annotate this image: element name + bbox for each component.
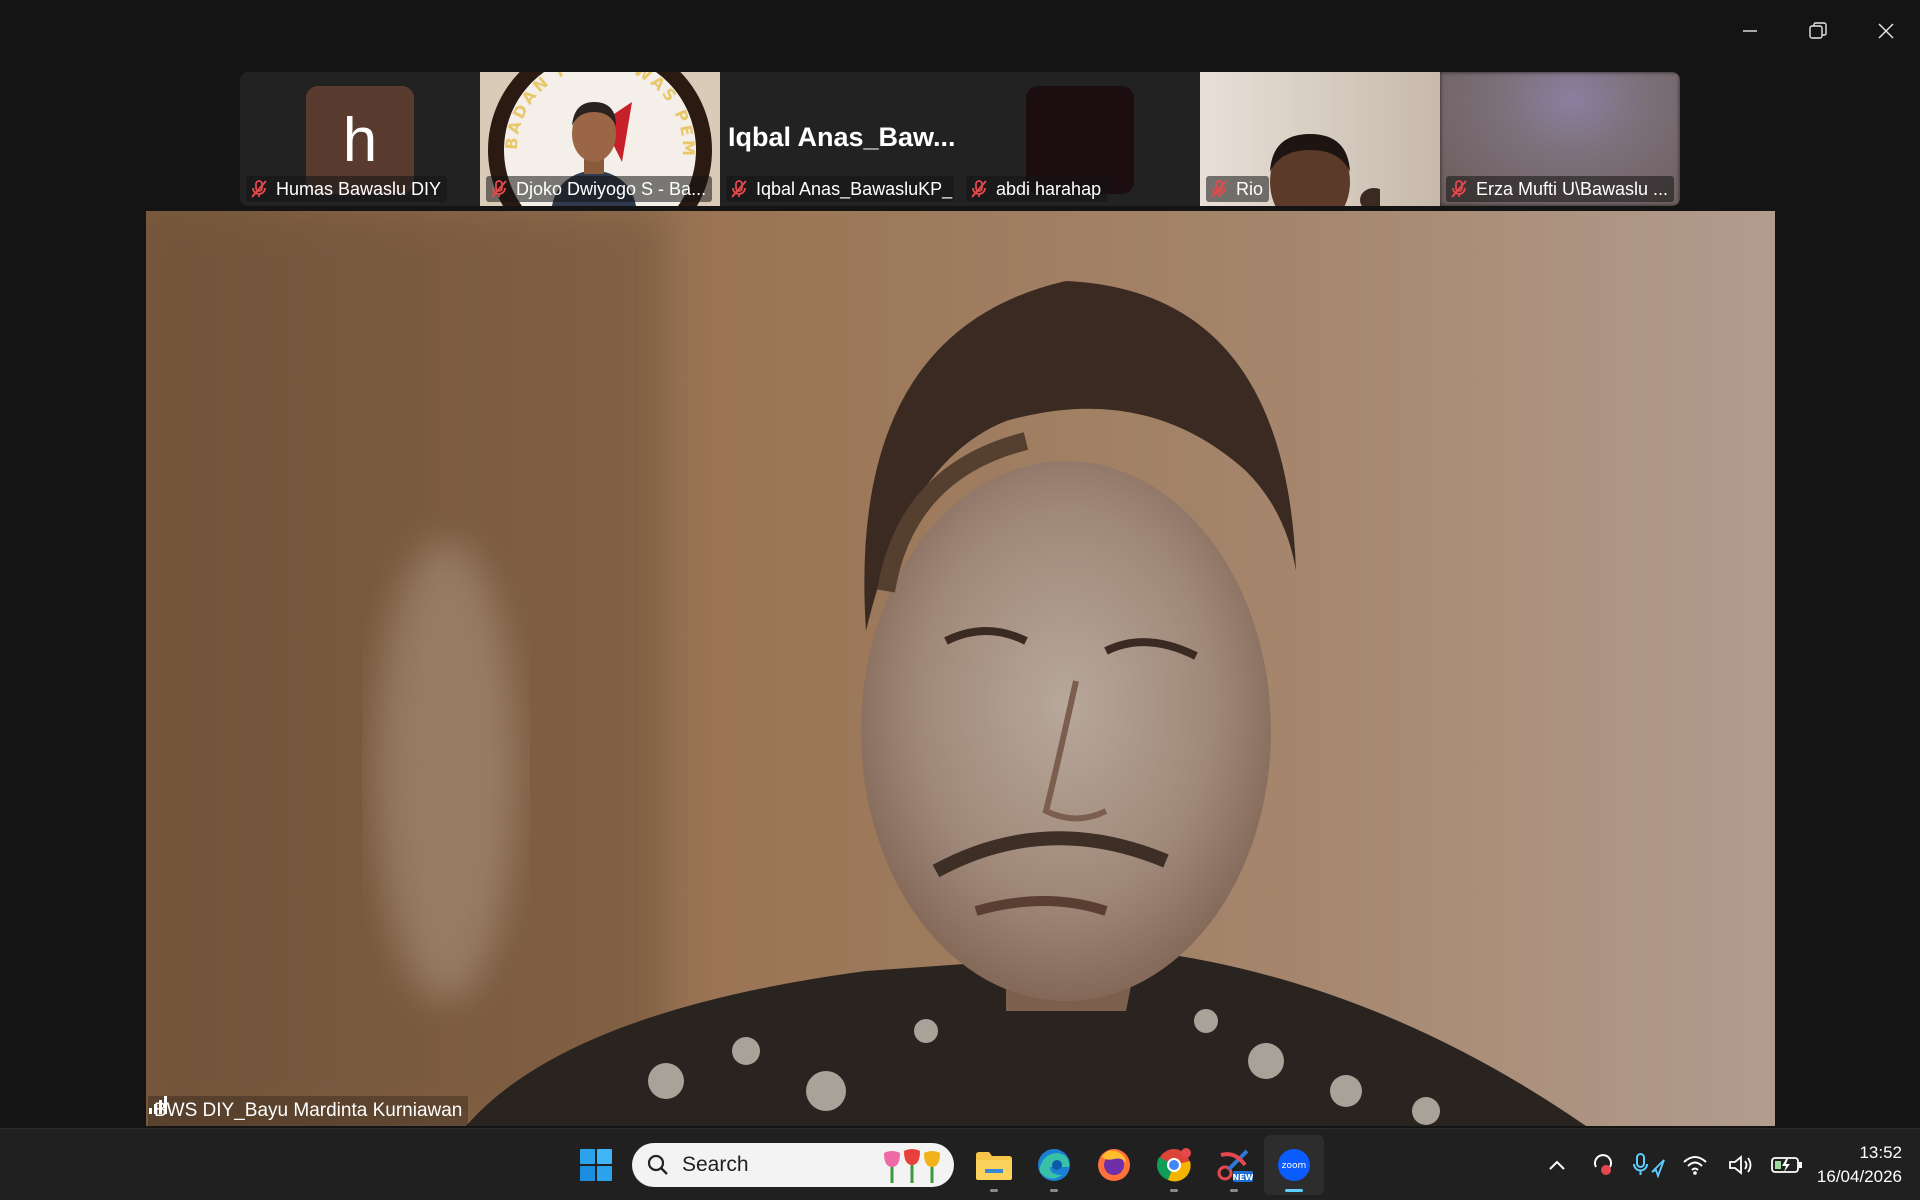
participant-name: Humas Bawaslu DIY [276,178,442,199]
microphone-in-use-button[interactable] [1626,1142,1672,1188]
participant-name: Erza Mufti U\Bawaslu ... [1476,178,1669,199]
taskbar-apps: Search NEW zoom [566,1129,1324,1200]
firefox-button[interactable] [1084,1135,1144,1195]
close-icon [1878,23,1894,39]
avatar-letter: h [342,105,378,175]
participant-tile[interactable]: Erza Mufti U\Bawaslu ... [1440,72,1680,206]
muted-mic-icon [251,180,267,198]
participant-name-label: Djoko Dwiyogo S - Ba... [486,176,713,202]
chevron-up-icon [1549,1160,1565,1170]
snipping-tool-button[interactable]: NEW [1204,1135,1264,1195]
participant-tile[interactable]: Rio [1200,72,1440,206]
windows-logo-icon [580,1149,612,1181]
participant-name-label: Erza Mufti U\Bawaslu ... [1446,176,1674,202]
running-indicator [1230,1189,1238,1192]
snipping-tool-icon: NEW [1217,1149,1253,1182]
edge-icon [1038,1149,1070,1181]
microphone-location-icon [1633,1153,1665,1178]
chrome-button[interactable] [1144,1135,1204,1195]
participant-name-label: Rio [1206,176,1270,202]
volume-button[interactable] [1718,1142,1764,1188]
show-hidden-icons-button[interactable] [1534,1142,1580,1188]
sync-status-icon [1594,1154,1612,1175]
search-icon [647,1154,668,1175]
firefox-icon [1098,1149,1130,1181]
participant-name: Iqbal Anas_BawasluKP_ [756,178,953,199]
svg-text:NEW: NEW [1233,1173,1253,1182]
muted-mic-icon [1211,180,1227,198]
clock-time: 13:52 [1859,1143,1902,1162]
clock-date: 16/04/2026 [1816,1167,1902,1186]
speaker-icon [1729,1155,1752,1175]
restore-icon [1809,22,1827,39]
zoom-icon: zoom [1278,1149,1310,1181]
participant-tile[interactable]: abdi harahap [960,72,1200,206]
muted-mic-icon [971,180,987,198]
folder-icon [976,1152,1012,1180]
chrome-icon [1156,1148,1191,1182]
svg-text:zoom: zoom [1282,1161,1307,1171]
participant-name-label: abdi harahap [966,176,1108,202]
minimize-button[interactable] [1716,0,1784,62]
network-button[interactable] [1672,1142,1718,1188]
file-explorer-button[interactable] [964,1135,1024,1195]
running-indicator [1285,1189,1303,1192]
tulips-icon [884,1149,940,1183]
running-indicator [1050,1189,1058,1192]
participant-name: abdi harahap [996,178,1102,199]
edge-button[interactable] [1024,1135,1084,1195]
active-speaker-video[interactable]: BWS DIY_Bayu Mardinta Kurniawan [146,211,1775,1126]
tray-app-button[interactable] [1580,1142,1626,1188]
participant-name: Rio [1236,178,1264,199]
muted-mic-icon [491,180,507,198]
participant-name-label: Iqbal Anas_BawasluKP_ [726,176,954,202]
windows-taskbar: Search NEW zoom 13:52 16/04/2026 [0,1128,1920,1200]
start-button[interactable] [566,1135,626,1195]
restore-button[interactable] [1784,0,1852,62]
zoom-button[interactable]: zoom [1264,1135,1324,1195]
participant-name-label: Humas Bawaslu DIY [246,176,448,202]
search-placeholder: Search [682,1153,749,1176]
speaker-video-frame [146,211,1775,1126]
running-indicator [990,1189,998,1192]
wifi-icon [1683,1156,1707,1175]
muted-mic-icon [1451,180,1467,198]
participant-name: Djoko Dwiyogo S - Ba... [516,178,707,199]
active-speaker-label: BWS DIY_Bayu Mardinta Kurniawan [148,1096,469,1126]
battery-charging-icon [1771,1157,1802,1173]
participant-tile[interactable]: Iqbal Anas_Baw... Iqbal Anas_BawasluKP_ [720,72,960,206]
signal-strength-icon [149,1096,167,1114]
taskbar-search-box[interactable]: Search [632,1143,954,1187]
close-button[interactable] [1852,0,1920,62]
window-controls [1716,0,1920,62]
participant-tile[interactable]: BADAN PENGAWAS PEMILIHAN UMUM Djoko Dwiy… [480,72,720,206]
participant-display-title: Iqbal Anas_Baw... [728,122,956,152]
participant-tile[interactable]: h Humas Bawaslu DIY [240,72,480,206]
muted-mic-icon [731,180,747,198]
clock[interactable]: 13:52 16/04/2026 [1810,1141,1920,1189]
system-tray: 13:52 16/04/2026 [1534,1129,1920,1200]
running-indicator [1170,1189,1178,1192]
participant-gallery-strip: h Humas Bawaslu DIY BADAN PENGAWAS PEMIL… [240,72,1680,206]
minimize-icon [1743,30,1757,32]
battery-button[interactable] [1764,1142,1810,1188]
active-speaker-name: BWS DIY_Bayu Mardinta Kurniawan [154,1100,463,1121]
